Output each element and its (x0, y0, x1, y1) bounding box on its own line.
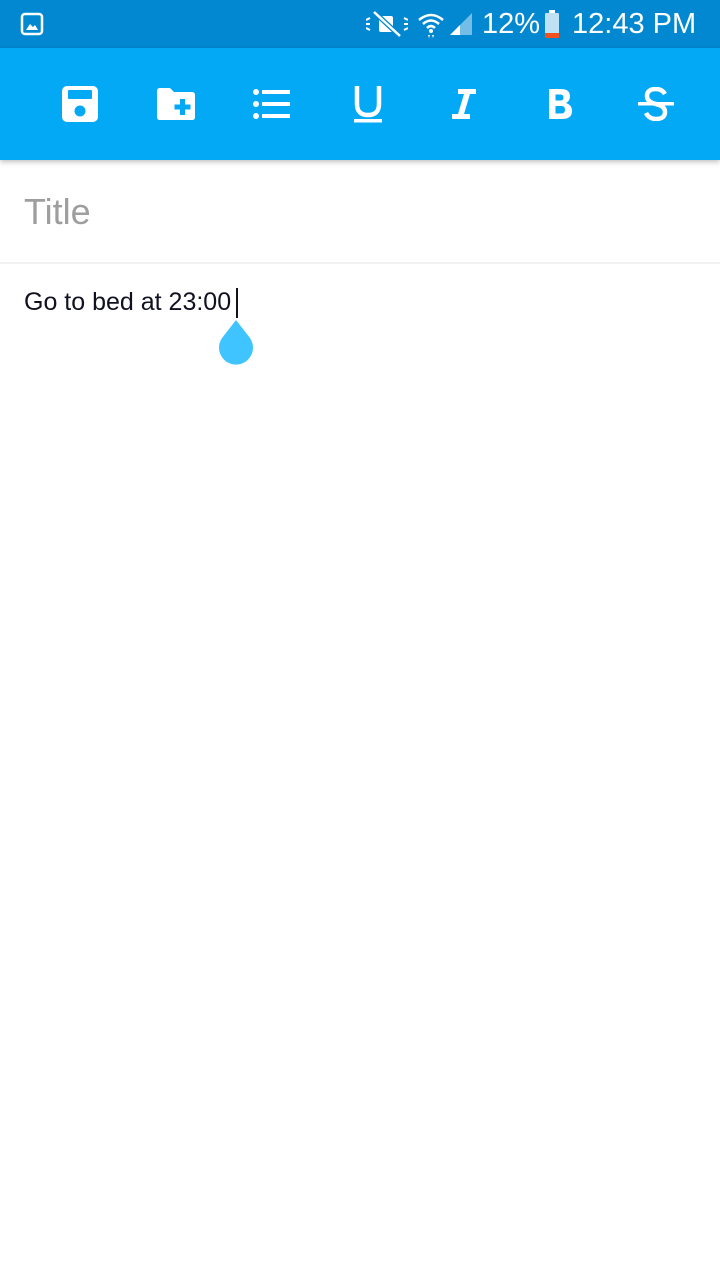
save-button[interactable] (50, 74, 110, 134)
text-cursor (236, 288, 238, 318)
list-icon (253, 89, 290, 119)
gallery-icon (20, 12, 44, 36)
status-bar: 12% 12:43 PM (0, 0, 720, 48)
italic-button[interactable] (434, 74, 494, 134)
strikethrough-icon (638, 87, 674, 121)
note-body[interactable]: Go to bed at 23:00 (0, 264, 720, 1280)
strikethrough-button[interactable] (626, 74, 686, 134)
underline-button[interactable] (338, 74, 398, 134)
battery-icon (545, 10, 559, 38)
mute-icon (366, 10, 408, 38)
title-section (0, 160, 720, 264)
bold-icon (549, 89, 572, 119)
battery-percent: 12% (482, 8, 541, 40)
title-input[interactable] (24, 190, 696, 234)
list-button[interactable] (242, 74, 302, 134)
cursor-handle-icon[interactable] (214, 318, 258, 368)
save-icon (62, 86, 98, 122)
wifi-icon (418, 13, 444, 38)
bold-button[interactable] (530, 74, 590, 134)
signal-icon (450, 13, 472, 35)
note-body-text[interactable]: Go to bed at 23:00 (24, 286, 231, 318)
italic-icon (452, 89, 476, 119)
add-folder-icon (157, 88, 195, 120)
clock: 12:43 PM (572, 8, 697, 40)
formatting-toolbar (0, 48, 720, 160)
underline-icon (354, 86, 382, 123)
add-folder-button[interactable] (146, 74, 206, 134)
